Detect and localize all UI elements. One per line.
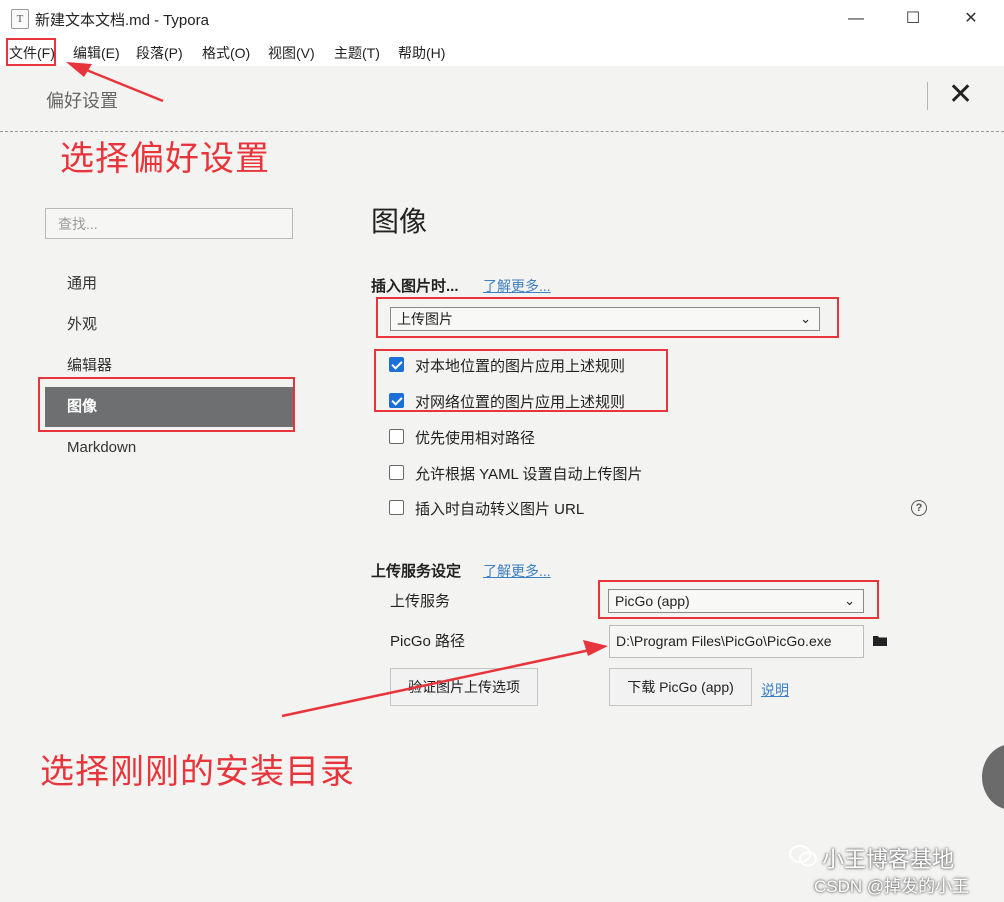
arrow-to-file-menu bbox=[83, 67, 164, 103]
wechat-icon bbox=[789, 845, 817, 867]
arrow-to-path-input bbox=[281, 648, 591, 718]
arrow-head-file-menu bbox=[66, 62, 92, 77]
watermark-title: 小王博客基地 bbox=[822, 847, 955, 872]
annotation-arrows bbox=[66, 62, 608, 718]
watermark-author: CSDN @掉发的小王 bbox=[814, 877, 970, 896]
arrow-head-path-input bbox=[583, 640, 608, 656]
